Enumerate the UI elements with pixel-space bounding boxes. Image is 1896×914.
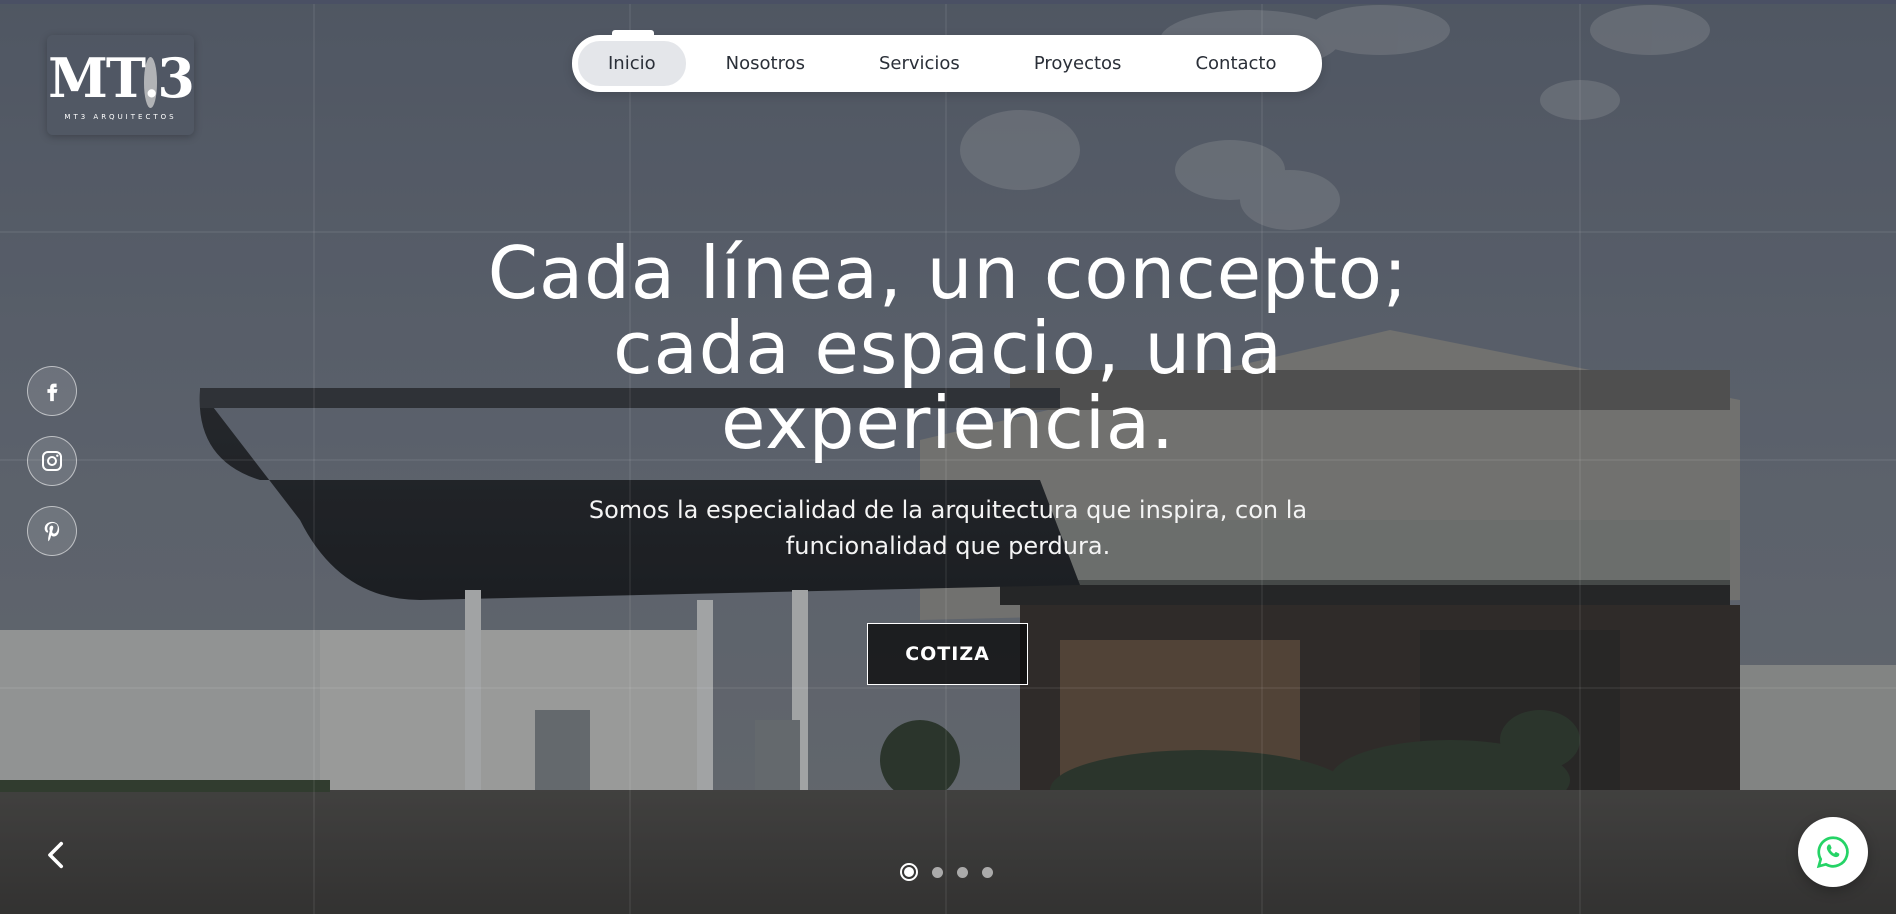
main-nav: Inicio Nosotros Servicios Proyectos Cont… [572,30,1322,92]
nav-item-servicios[interactable]: Servicios [849,41,990,86]
slider-dot-4[interactable] [982,866,993,878]
hero-title-line-1: Cada línea, un concepto; [487,231,1409,315]
hero-subtitle-line-2: funcionalidad que perdura. [785,532,1111,560]
cotiza-button[interactable]: COTIZA [867,623,1028,685]
hero-title: Cada línea, un concepto; cada espacio, u… [380,236,1516,461]
logo[interactable]: MT.3 MT3 ARQUITECTOS [47,35,195,135]
logo-mark: MT.3 [48,50,195,111]
nav-item-contacto[interactable]: Contacto [1165,41,1306,86]
instagram-icon [42,451,62,471]
instagram-button[interactable] [27,436,77,486]
hero-title-line-3: experiencia. [721,381,1175,465]
nav-item-proyectos[interactable]: Proyectos [1004,41,1152,86]
social-links [27,366,77,556]
slider-dot-3[interactable] [957,866,968,878]
nav-active-marker [612,30,654,36]
pinterest-icon [44,521,60,542]
facebook-icon [47,383,58,402]
hero-subtitle: Somos la especialidad de la arquitectura… [548,492,1348,564]
top-strip [0,0,1896,4]
nav-item-nosotros[interactable]: Nosotros [696,41,835,86]
slider-dot-2[interactable] [932,866,943,878]
slider-dot-1[interactable] [900,863,918,881]
pinterest-button[interactable] [27,506,77,556]
logo-dot: . [144,56,159,108]
facebook-button[interactable] [27,366,77,416]
chevron-left-icon [48,841,64,869]
slider-prev-button[interactable] [40,838,74,872]
logo-mark-letters: MT [48,45,146,110]
nav-item-inicio[interactable]: Inicio [578,41,686,86]
slider-dots [900,863,993,881]
whatsapp-button[interactable] [1798,817,1868,887]
logo-subtitle: MT3 ARQUITECTOS [64,112,177,121]
whatsapp-icon [1816,836,1849,869]
hero-subtitle-line-1: Somos la especialidad de la arquitectura… [588,496,1308,524]
hero-title-line-2: cada espacio, una [613,306,1283,390]
logo-mark-number: 3 [157,45,195,110]
